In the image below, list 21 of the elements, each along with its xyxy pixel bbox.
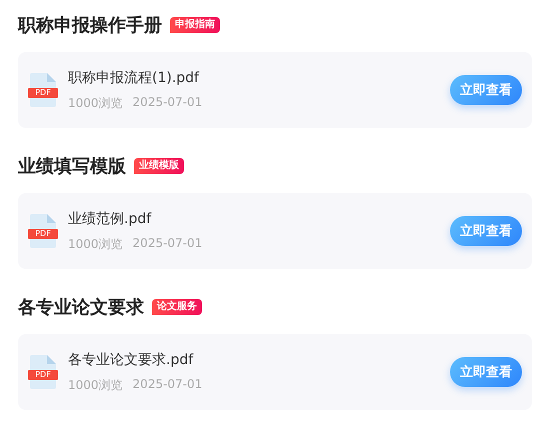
- file-name: 业绩范例.pdf: [68, 210, 152, 228]
- tag-badge: 业绩模版: [134, 158, 184, 174]
- view-button[interactable]: 立即查看: [450, 216, 522, 246]
- tag-badge: 申报指南: [170, 17, 220, 33]
- view-count: 1000浏览: [68, 94, 123, 112]
- section-title: 职称申报操作手册: [18, 14, 162, 37]
- pdf-file-icon: PDF: [28, 73, 58, 107]
- view-count: 1000浏览: [68, 236, 123, 252]
- file-name: 各专业论文要求.pdf: [68, 350, 194, 368]
- section-title: 业绩填写模版: [18, 155, 126, 178]
- file-date: 2025-07-01: [132, 236, 202, 252]
- tag-badge: 论文服务: [152, 299, 202, 315]
- view-button[interactable]: 立即查看: [450, 75, 522, 105]
- file-name: 职称申报流程(1).pdf: [68, 68, 200, 86]
- pdf-file-icon: PDF: [28, 355, 58, 389]
- view-count: 1000浏览: [68, 376, 123, 394]
- section-title: 各专业论文要求: [18, 296, 144, 319]
- file-date: 2025-07-01: [132, 376, 202, 392]
- pdf-file-icon: PDF: [28, 214, 58, 248]
- view-button[interactable]: 立即查看: [450, 357, 522, 387]
- file-date: 2025-07-01: [132, 94, 202, 110]
